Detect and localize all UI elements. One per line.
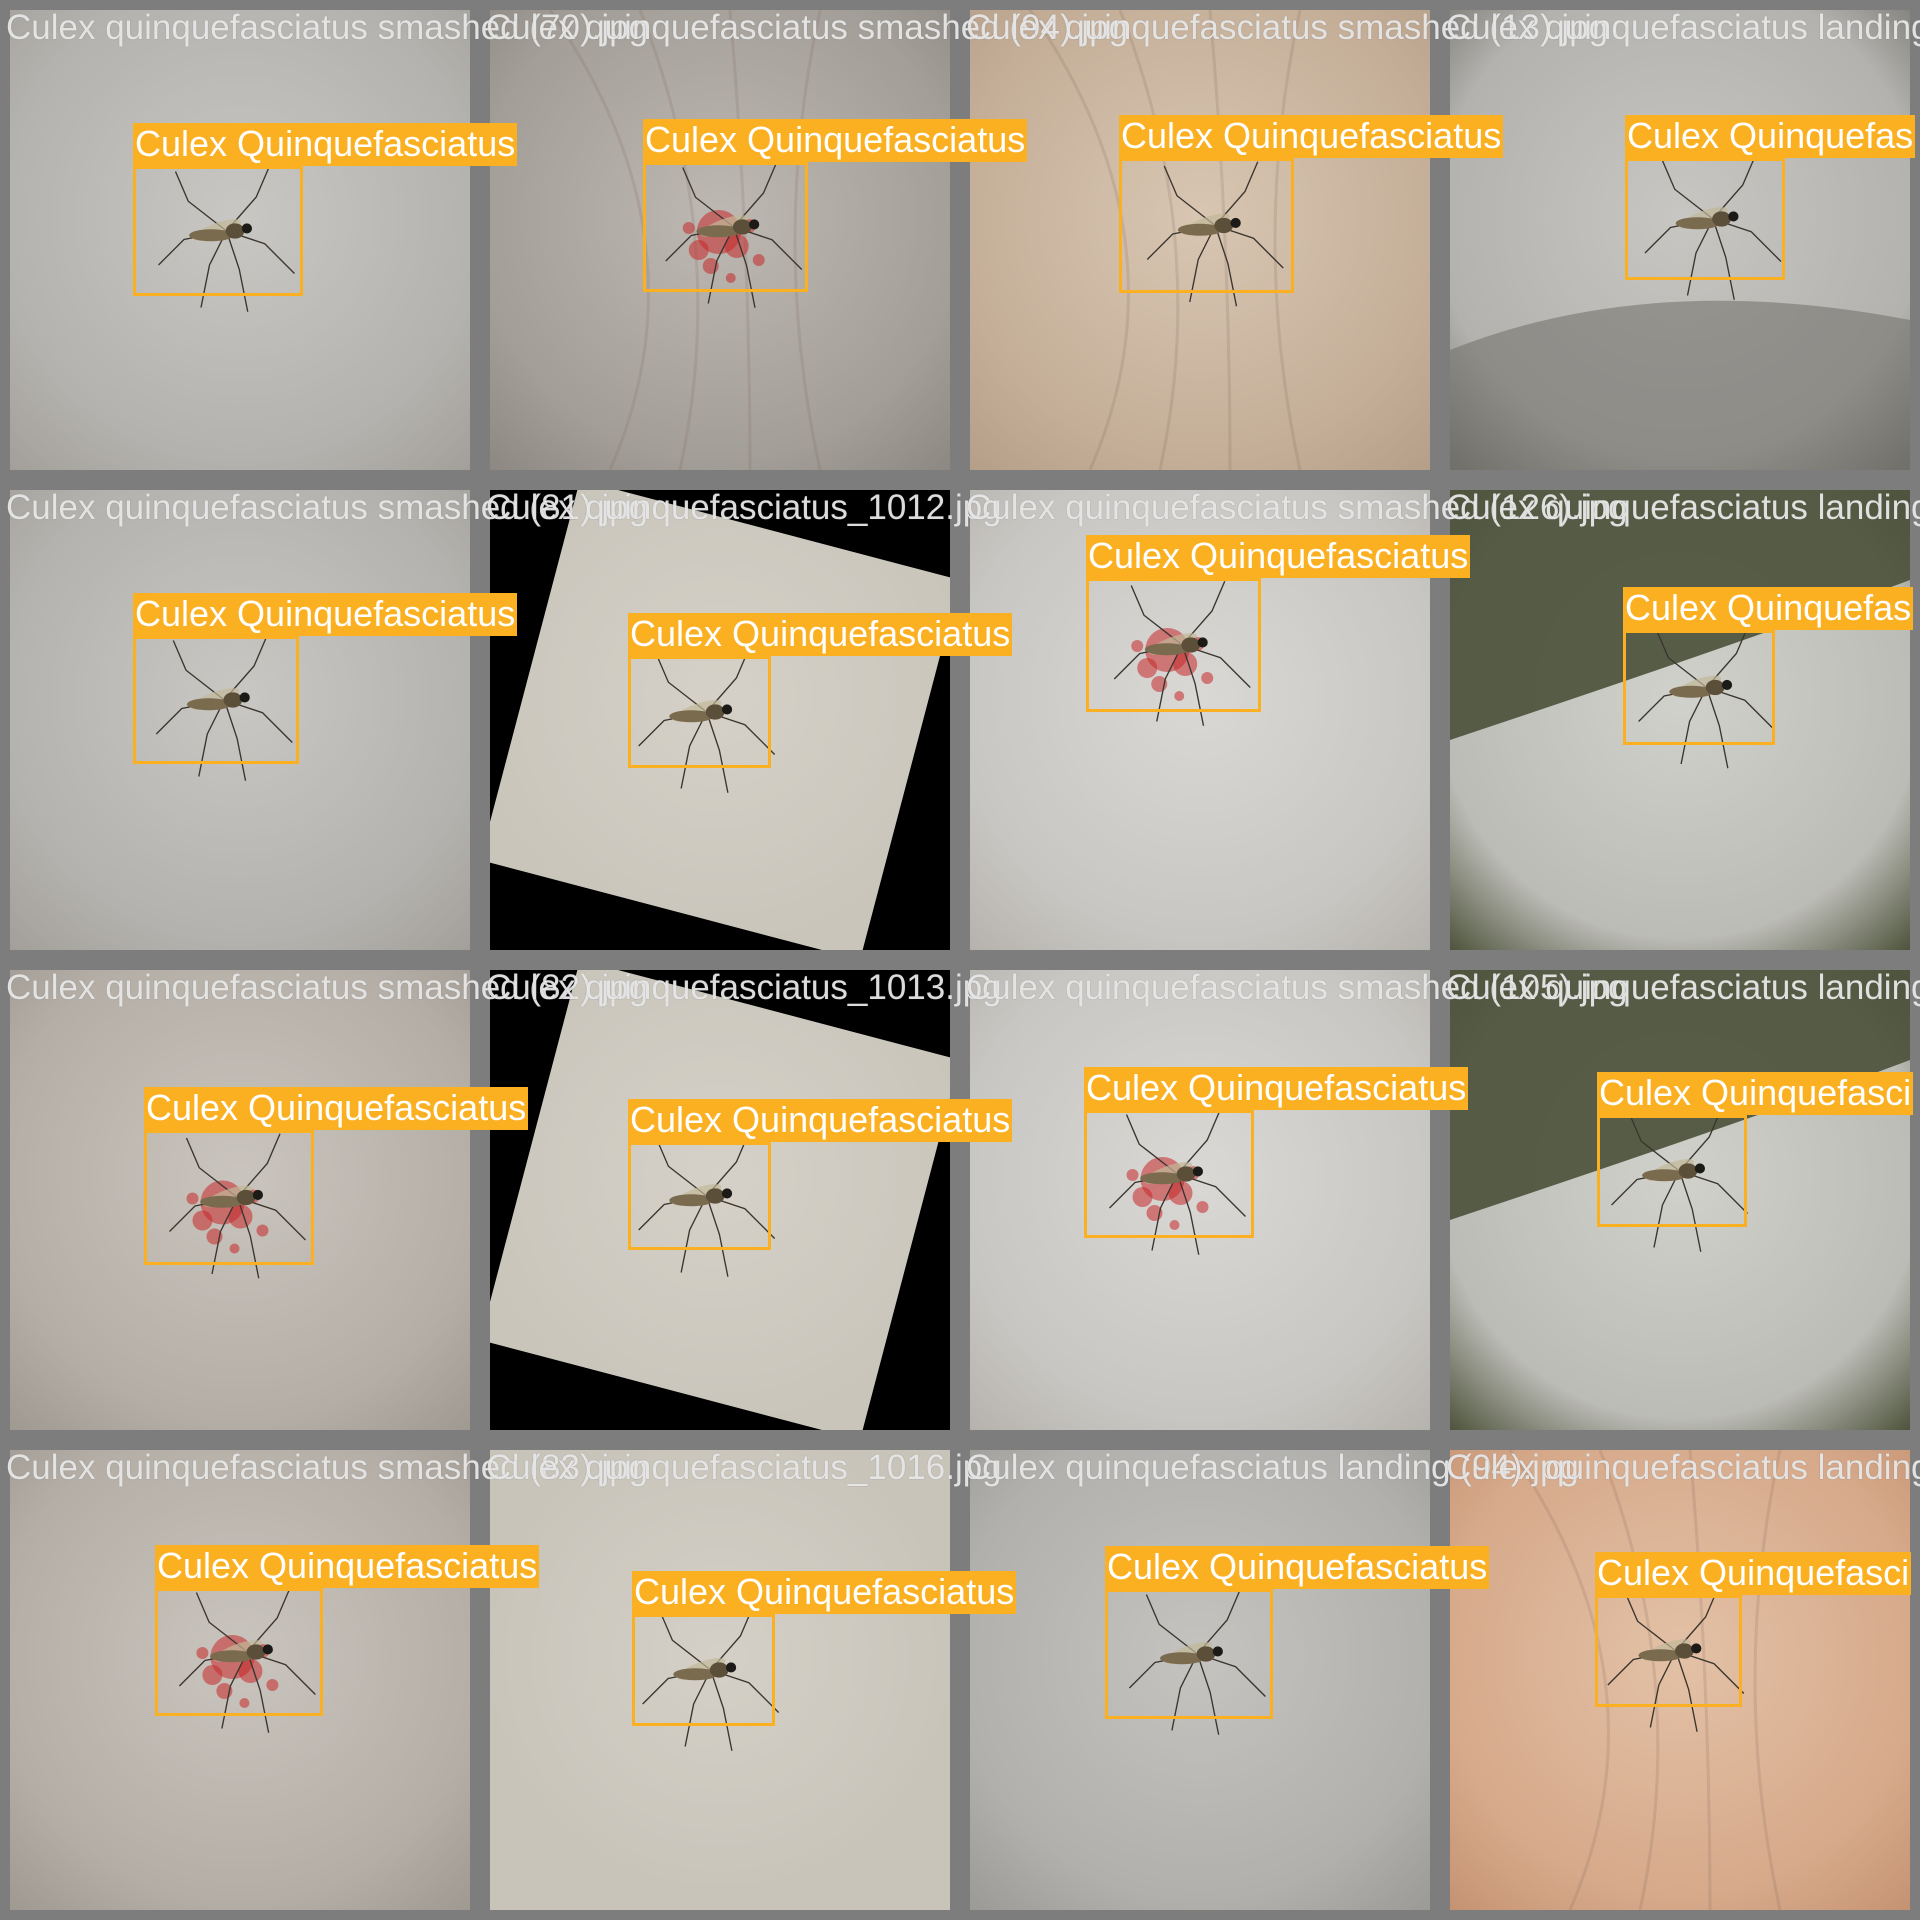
image-filename: Culex quinquefasciatus landing [1446,8,1920,47]
detection-label: Culex Quinquefasci [1597,1072,1914,1115]
detection-box [1084,1110,1254,1238]
detection-label: Culex Quinquefasciatus [133,593,518,636]
image-filename: Culex quinquefasciatus_1012.jpg [486,488,1002,527]
detection-box [133,166,303,296]
detection-box [1595,1595,1742,1707]
detection-box [628,1142,771,1250]
detection-label: Culex Quinquefas [1625,115,1916,158]
image-filename: Culex quinquefasciatus landing [1446,488,1920,527]
detection-box [1086,578,1261,712]
detection-label: Culex Quinquefasciatus [628,613,1013,656]
detection-label: Culex Quinquefas [1623,587,1914,630]
image-filename: Culex quinquefasciatus landing [1446,968,1920,1007]
detection-label: Culex Quinquefasciatus [1084,1067,1469,1110]
detection-box [632,1614,775,1726]
detection-label: Culex Quinquefasciatus [1086,535,1471,578]
image-filename: Culex quinquefasciatus_1013.jpg [486,968,1002,1007]
detection-label: Culex Quinquefasciatus [1105,1546,1490,1589]
detection-box [1105,1589,1273,1719]
detection-box [1625,158,1785,280]
detection-box [155,1588,323,1716]
image-filename: Culex quinquefasciatus_1016.jpg [486,1448,1002,1487]
detection-box [628,656,771,768]
detection-box [1623,630,1775,745]
detection-label: Culex Quinquefasci [1595,1552,1912,1595]
detection-label: Culex Quinquefasciatus [628,1099,1013,1142]
detection-box [1119,158,1294,293]
detection-grid: Culex Quinquefasciatus Culex quinquefasci… [0,0,1920,1920]
detection-box [133,636,299,764]
detection-label: Culex Quinquefasciatus [1119,115,1504,158]
detection-label: Culex Quinquefasciatus [144,1087,529,1130]
detection-label: Culex Quinquefasciatus [643,119,1028,162]
detection-box [1597,1115,1747,1227]
detection-label: Culex Quinquefasciatus [155,1545,540,1588]
detection-label: Culex Quinquefasciatus [632,1571,1017,1614]
detection-label: Culex Quinquefasciatus [133,123,518,166]
detection-box [643,162,808,292]
image-filename: Culex quinquefasciatus landing [1446,1448,1920,1487]
detection-box [144,1130,314,1265]
